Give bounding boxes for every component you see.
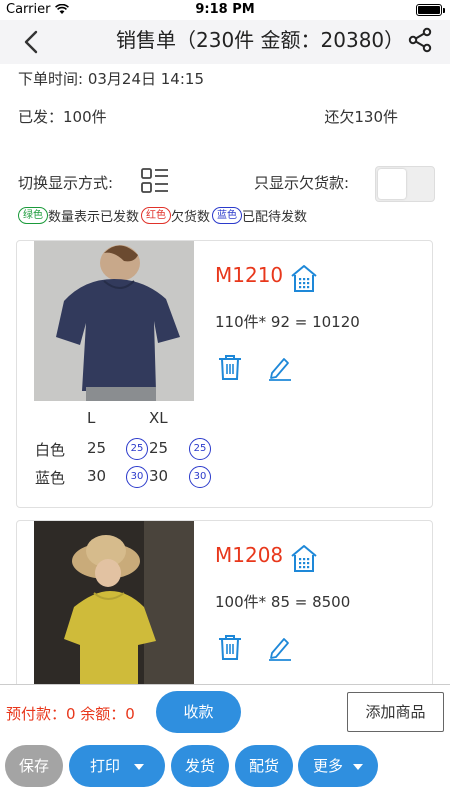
legend-red-pill: 红色 (141, 207, 172, 224)
print-button[interactable]: 打印 (69, 745, 165, 787)
legend-red-text: 欠货数 (171, 210, 211, 225)
trash-icon[interactable] (217, 633, 243, 661)
color-legend: 绿色 数量表示已发数 红色 欠货数 蓝色 已配待发数 (18, 206, 307, 225)
warehouse-icon[interactable] (289, 543, 319, 573)
more-label: 更多 (312, 757, 343, 775)
qty-value: 30 (87, 467, 107, 485)
size-header: XL (149, 409, 168, 427)
shipped-count: 已发：100件 (18, 108, 107, 126)
save-button[interactable]: 保存 (5, 745, 63, 787)
order-time: 下单时间: 03月24日 14:15 (18, 70, 204, 88)
legend-blue-text: 已配待发数 (242, 210, 308, 225)
allocated-badge: 30 (126, 466, 148, 488)
owed-only-label: 只显示欠货款: (254, 174, 350, 192)
color-label: 蓝色 (35, 469, 66, 487)
prepay-balance: 预付款：0 余额：0 (6, 705, 135, 723)
add-product-button[interactable]: 添加商品 (347, 692, 444, 732)
product-code[interactable]: M1208 (215, 543, 283, 567)
back-arrow-icon[interactable] (20, 28, 44, 56)
allocate-button[interactable]: 配货 (235, 745, 293, 787)
legend-green-pill: 绿色 (18, 207, 48, 224)
owed-count: 还欠130件 (324, 108, 398, 126)
share-icon[interactable] (408, 26, 432, 54)
display-mode-label: 切换显示方式: (18, 174, 114, 192)
battery-icon (416, 4, 445, 16)
product-calc: 110件* 92 = 10120 (215, 313, 360, 331)
product-card[interactable]: M1210 110件* 92 = 10120 L XL 白色 25 25 25 … (16, 240, 433, 508)
color-label: 白色 (35, 441, 66, 459)
legend-blue-pill: 蓝色 (212, 207, 243, 224)
product-photo[interactable] (34, 521, 194, 685)
page-title: 销售单（230件 金额：20380） (116, 28, 405, 52)
edit-pencil-icon[interactable] (267, 635, 293, 661)
dropdown-caret-icon (353, 763, 363, 770)
allocated-badge: 25 (126, 438, 148, 460)
product-photo[interactable] (34, 241, 194, 401)
allocated-badge: 25 (189, 438, 211, 460)
warehouse-icon[interactable] (289, 263, 319, 293)
legend-green-text: 数量表示已发数 (48, 210, 140, 225)
status-bar: Carrier 9:18 PM (0, 0, 450, 20)
trash-icon[interactable] (217, 353, 243, 381)
toggle-knob (378, 169, 406, 199)
nav-bar: 销售单（230件 金额：20380） (0, 20, 450, 64)
owed-only-toggle[interactable] (375, 166, 435, 202)
dropdown-caret-icon (134, 763, 144, 770)
allocated-badge: 30 (189, 466, 211, 488)
list-grid-icon[interactable] (140, 167, 170, 195)
collect-payment-button[interactable]: 收款 (156, 691, 241, 733)
clock: 9:18 PM (195, 2, 255, 17)
size-header: L (87, 409, 96, 427)
ship-button[interactable]: 发货 (171, 745, 229, 787)
product-calc: 100件* 85 = 8500 (215, 593, 351, 611)
qty-value: 25 (87, 439, 107, 457)
product-code[interactable]: M1210 (215, 263, 283, 287)
more-button[interactable]: 更多 (298, 745, 378, 787)
qty-value: 25 (149, 439, 169, 457)
product-card[interactable]: M1208 100件* 85 = 8500 (16, 520, 433, 690)
print-label: 打印 (89, 757, 120, 775)
edit-pencil-icon[interactable] (267, 355, 293, 381)
bottom-action-bar: 预付款：0 余额：0 收款 添加商品 保存 打印 发货 配货 更多 (0, 684, 450, 800)
qty-value: 30 (149, 467, 169, 485)
